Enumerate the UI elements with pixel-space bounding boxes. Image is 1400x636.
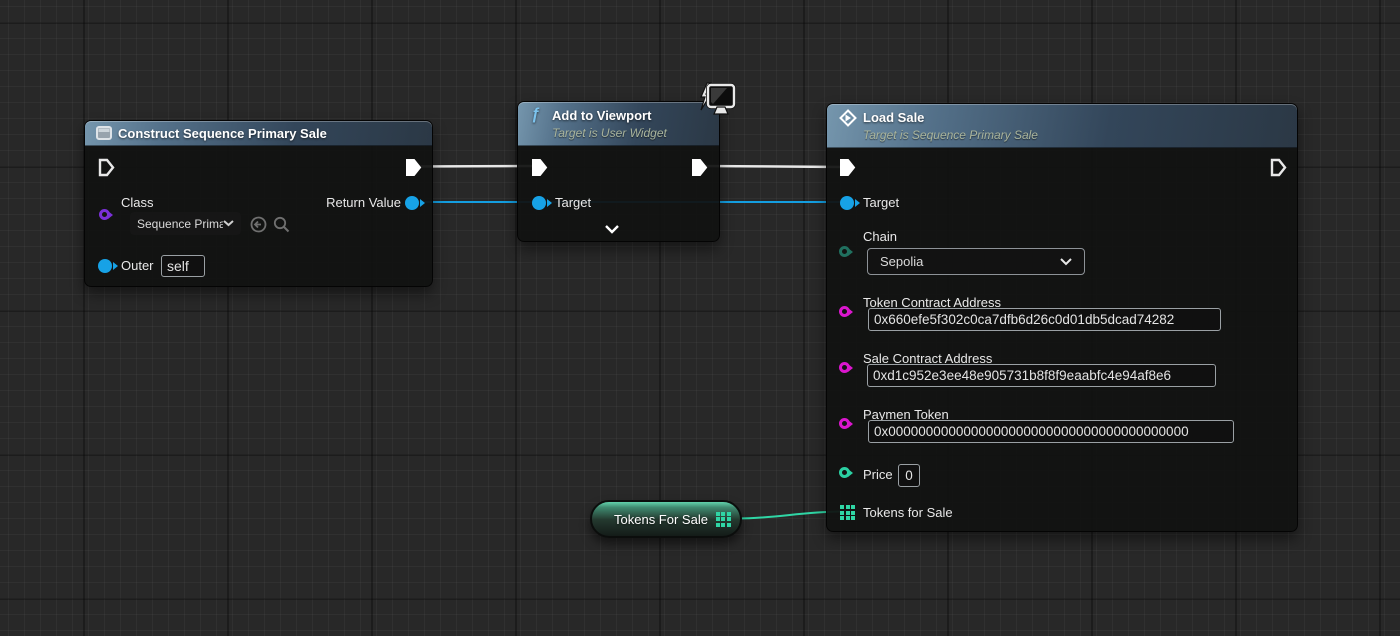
node-title: Add to Viewport (552, 108, 652, 123)
exec-in-pin[interactable] (531, 158, 548, 177)
node-construct-sequence-primary-sale[interactable]: Construct Sequence Primary Sale Class Se… (84, 120, 433, 287)
chain-select-value: Sepolia (880, 254, 924, 269)
exec-out-pin[interactable] (691, 158, 708, 177)
variable-title: Tokens For Sale (614, 511, 708, 527)
expand-advanced-chevron-icon[interactable] (604, 224, 620, 234)
node-subtitle: Target is Sequence Primary Sale (863, 128, 1038, 142)
exec-in-pin[interactable] (98, 158, 115, 177)
blueprint-graph-canvas[interactable]: Construct Sequence Primary Sale Class Se… (0, 0, 1400, 636)
target-pin-label: Target (555, 195, 592, 210)
token-contract-address-pin[interactable] (839, 306, 850, 317)
return-value-label: Return Value (326, 195, 401, 210)
chain-pin[interactable] (839, 246, 850, 257)
array-wire-tokens[interactable] (736, 510, 841, 520)
node-header[interactable]: Construct Sequence Primary Sale (85, 121, 432, 146)
price-field[interactable] (898, 464, 920, 487)
outer-pin-label: Outer (121, 258, 154, 273)
price-label: Price (863, 467, 893, 482)
node-subtitle: Target is User Widget (552, 126, 667, 140)
node-header[interactable]: ƒ Add to Viewport Target is User Widget (518, 102, 719, 146)
payment-token-pin[interactable] (839, 418, 850, 429)
token-contract-address-field[interactable] (868, 308, 1221, 331)
chevron-down-icon (223, 220, 234, 227)
payment-token-field[interactable] (868, 420, 1234, 443)
return-value-pin[interactable] (405, 196, 419, 210)
function-call-diamond-icon (839, 109, 857, 127)
exec-out-pin[interactable] (405, 158, 422, 177)
node-title: Load Sale (863, 110, 925, 125)
class-pin[interactable] (99, 209, 110, 220)
tokens-for-sale-output-pin[interactable] (715, 511, 731, 527)
target-pin[interactable] (532, 196, 546, 210)
tokens-for-sale-array-pin[interactable] (840, 505, 855, 520)
chain-pin-label: Chain (863, 229, 897, 244)
exec-out-pin[interactable] (1270, 158, 1287, 177)
target-pin[interactable] (840, 196, 854, 210)
exec-in-pin[interactable] (839, 158, 856, 177)
node-load-sale[interactable]: Load Sale Target is Sequence Primary Sal… (826, 103, 1298, 532)
node-tokens-for-sale-variable[interactable]: Tokens For Sale (590, 500, 742, 538)
tokens-for-sale-label: Tokens for Sale (863, 505, 953, 520)
outer-value-field[interactable] (161, 255, 205, 277)
browse-search-icon[interactable] (273, 216, 290, 233)
class-select-value: Sequence Prima (137, 216, 223, 231)
class-select-dropdown[interactable]: Sequence Prima (130, 212, 241, 235)
widget-class-icon (96, 126, 112, 140)
node-add-to-viewport[interactable]: ƒ Add to Viewport Target is User Widget … (517, 101, 720, 242)
sale-contract-address-field[interactable] (867, 364, 1216, 387)
target-pin-label: Target (863, 195, 900, 210)
chevron-down-icon (1060, 257, 1072, 265)
node-header[interactable]: Load Sale Target is Sequence Primary Sal… (827, 104, 1297, 148)
sale-contract-address-pin[interactable] (839, 362, 850, 373)
client-monitor-icon (700, 82, 736, 115)
use-selected-icon[interactable] (250, 216, 267, 233)
chain-select-dropdown[interactable]: Sepolia (867, 248, 1085, 275)
price-pin[interactable] (839, 467, 850, 478)
function-icon: ƒ (531, 106, 540, 123)
node-title: Construct Sequence Primary Sale (118, 126, 327, 141)
class-pin-label: Class (121, 195, 154, 210)
outer-pin[interactable] (98, 259, 112, 273)
